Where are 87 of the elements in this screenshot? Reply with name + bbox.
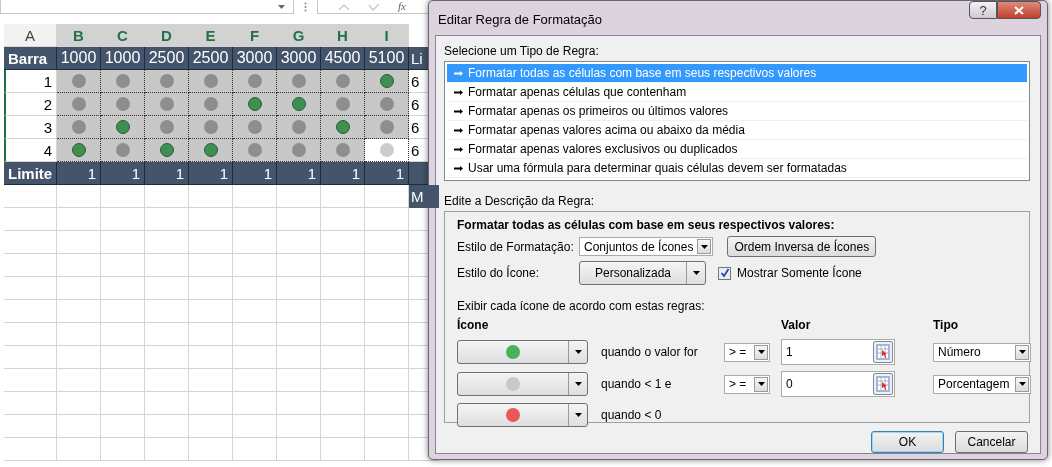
- list-item[interactable]: Formatar apenas valores acima ou abaixo da média: [447, 121, 1027, 140]
- value-field[interactable]: 0: [781, 371, 895, 397]
- icon-dropdown[interactable]: [457, 403, 588, 427]
- table-cell: 1: [145, 162, 189, 185]
- table-cell: 1: [101, 162, 145, 185]
- caret-icon: [1018, 382, 1026, 386]
- table-cell: 5100: [365, 47, 409, 70]
- column-header[interactable]: E: [189, 24, 233, 47]
- operator-dropdown[interactable]: > =: [724, 342, 770, 362]
- caret-icon: [757, 382, 765, 386]
- table-cell: 4500: [321, 47, 365, 70]
- caret-icon: [692, 271, 700, 275]
- icon-style-dropdown[interactable]: Personalizada: [579, 261, 706, 285]
- description-heading: Formatar todas as células com base em seus respectivos valores:: [457, 218, 836, 232]
- arrow-icon: [454, 70, 463, 76]
- help-button[interactable]: ?: [969, 1, 997, 19]
- dialog-button[interactable]: Cancelar: [955, 431, 1028, 453]
- table-cell: M: [409, 185, 439, 208]
- section-label: Selecione um Tipo de Regra:: [444, 44, 600, 59]
- column-heading: Ícone: [457, 318, 490, 332]
- checkbox[interactable]: [718, 266, 731, 280]
- condition-label: quando < 0: [600, 408, 663, 422]
- table-cell: 1: [365, 162, 409, 185]
- range-picker-button[interactable]: [873, 341, 893, 363]
- value-field[interactable]: 1: [781, 339, 895, 365]
- table-cell: 1: [57, 162, 101, 185]
- table-cell: 2500: [145, 47, 189, 70]
- rules-caption: Exibir cada ícone de acordo com estas regras:: [457, 299, 706, 313]
- type-dropdown[interactable]: Porcentagem: [933, 374, 1031, 394]
- column-heading: Valor: [781, 318, 812, 332]
- list-item[interactable]: Formatar apenas células que contenham: [447, 83, 1027, 102]
- caret-icon: [574, 413, 582, 417]
- arrow-icon: [454, 108, 463, 114]
- table-cell: 3000: [233, 47, 277, 70]
- caret-icon: [574, 382, 582, 386]
- table-cell: 1000: [101, 47, 145, 70]
- arrow-icon: [454, 165, 463, 171]
- table-cell: Limite: [4, 162, 57, 185]
- caret-icon: [1018, 350, 1026, 354]
- table-cell: 1000: [57, 47, 101, 70]
- window-title: Editar Regra de Formatação: [438, 12, 603, 27]
- table-cell: 1: [321, 162, 365, 185]
- table-icon: [876, 376, 890, 392]
- column-header[interactable]: A: [4, 24, 57, 47]
- table-icon: [876, 344, 890, 360]
- condition-label: quando < 1 e: [600, 377, 673, 391]
- list-item[interactable]: Usar uma fórmula para determinar quais células devem ser formatadas: [447, 159, 1027, 178]
- column-header[interactable]: F: [233, 24, 277, 47]
- column-header[interactable]: G: [277, 24, 321, 47]
- column-header[interactable]: D: [145, 24, 189, 47]
- table-cell: 2500: [189, 47, 233, 70]
- caret-icon: [700, 244, 708, 249]
- format-style-dropdown[interactable]: Conjuntos de Ícones: [579, 237, 714, 256]
- column-header[interactable]: C: [101, 24, 145, 47]
- section-label: Edite a Descrição da Regra:: [444, 194, 596, 209]
- reverse-order-button[interactable]: Ordem Inversa de Ícones: [727, 236, 877, 257]
- range-picker-button[interactable]: [873, 373, 893, 395]
- type-dropdown[interactable]: Número: [933, 342, 1031, 362]
- function-label[interactable]: fx: [398, 1, 406, 12]
- table-cell: 1: [277, 162, 321, 185]
- checkbox-label: Mostrar Somente Ícone: [737, 266, 862, 280]
- arrow-icon: [454, 146, 463, 152]
- icon-dropdown[interactable]: [457, 372, 588, 396]
- column-header[interactable]: B: [57, 24, 101, 47]
- check-icon[interactable]: [368, 2, 380, 11]
- close-button[interactable]: [997, 1, 1041, 19]
- condition-label: quando o valor for: [600, 345, 699, 359]
- column-heading: Tipo: [933, 318, 960, 332]
- column-header[interactable]: I: [365, 24, 409, 47]
- arrow-icon: [454, 127, 463, 133]
- table-cell: 3000: [277, 47, 321, 70]
- dialog-button[interactable]: OK: [871, 431, 944, 453]
- icon-dropdown[interactable]: [457, 340, 588, 364]
- more-icon[interactable]: [304, 2, 307, 12]
- list-item[interactable]: Formatar apenas os primeiros ou últimos valores: [447, 102, 1027, 121]
- table-cell: Barra: [4, 47, 57, 70]
- field-label: Estilo do Ícone:: [457, 266, 541, 280]
- field-label: Estilo de Formatação:: [457, 239, 575, 254]
- dropdown-caret-icon[interactable]: [278, 4, 285, 9]
- caret-icon: [757, 350, 765, 354]
- caret-icon: [574, 350, 582, 354]
- table-cell: 1: [233, 162, 277, 185]
- list-item[interactable]: Formatar apenas valores exclusivos ou duplicados: [447, 140, 1027, 159]
- operator-dropdown[interactable]: > =: [724, 374, 770, 394]
- table-cell: 1: [189, 162, 233, 185]
- arrow-icon: [454, 89, 463, 95]
- column-header[interactable]: H: [321, 24, 365, 47]
